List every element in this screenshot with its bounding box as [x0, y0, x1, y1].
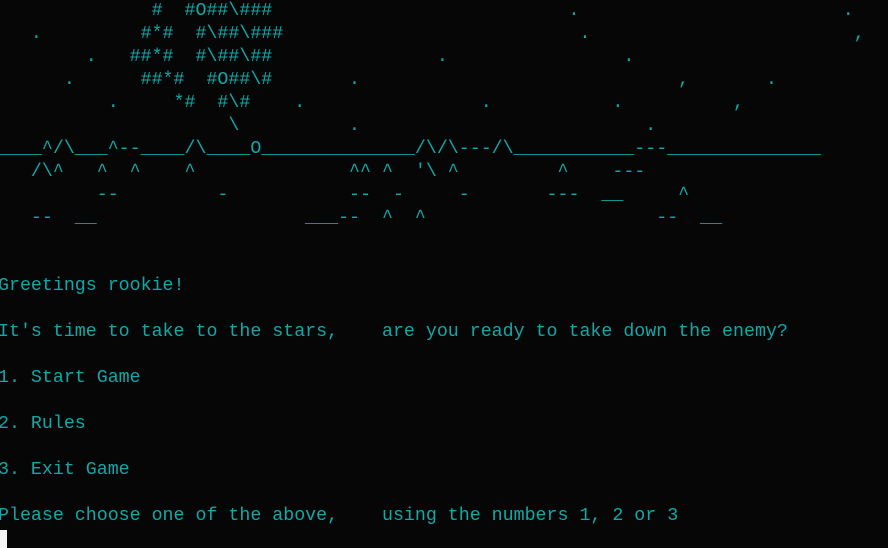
greeting-text: Greetings rookie! [0, 276, 185, 296]
menu-option-rules[interactable]: 2. Rules [0, 413, 86, 436]
text-cursor[interactable] [0, 530, 7, 548]
ascii-art-scene: # #O##\### . . . #*# #\##\### . , . ##*#… [0, 1, 865, 228]
menu-option-start-game[interactable]: 1. Start Game [0, 367, 141, 390]
terminal-screen: # #O##\### . . . #*# #\##\### . , . ##*#… [0, 0, 888, 548]
intro-text: It's time to take to the stars, are you … [0, 322, 788, 342]
input-prompt: Please choose one of the above, using th… [0, 506, 679, 526]
menu-option-exit-game[interactable]: 3. Exit Game [0, 459, 130, 482]
